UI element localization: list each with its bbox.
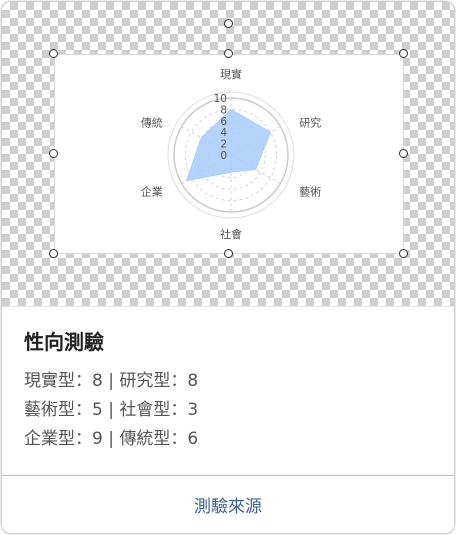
resize-handle-bottom-right[interactable]	[399, 249, 408, 258]
source-link[interactable]: 測驗來源	[194, 492, 262, 517]
data-point	[230, 108, 232, 110]
score-list: 現實型：8 | 研究型：8 藝術型：5 | 社會型：3 企業型：9 | 傳統型：…	[24, 367, 432, 454]
data-point	[200, 137, 202, 139]
category-label: 企業	[141, 185, 163, 199]
tick-label: 2	[220, 139, 227, 151]
image-canvas[interactable]: 0 2 4 6 8 10 現實研究藝術社會 企業 傳統	[2, 2, 454, 307]
score-line: 現實型：8 | 研究型：8	[24, 371, 199, 391]
resize-handle-bottom-left[interactable]	[49, 249, 58, 258]
category-label: 社會	[220, 227, 242, 241]
card-info: 性向測驗 現實型：8 | 研究型：8 藝術型：5 | 社會型：3 企業型：9 |…	[2, 307, 454, 475]
resize-handle-top-right[interactable]	[399, 49, 408, 58]
data-point	[230, 171, 232, 173]
category-label: 藝術	[299, 186, 321, 199]
data-point	[186, 180, 188, 182]
radar-chart: 0246810 現實研究藝術社會 企業 傳統	[141, 67, 322, 241]
data-point	[269, 131, 271, 133]
chart-frame[interactable]: 0 2 4 6 8 10 現實研究藝術社會 企業 傳統	[54, 54, 404, 254]
card-footer: 測驗來源	[2, 476, 454, 533]
resize-handle-top[interactable]	[224, 49, 233, 58]
category-label: 現實	[220, 67, 242, 81]
tick-label: 10	[214, 93, 227, 105]
tick-label: 0	[220, 150, 227, 162]
aptitude-card: 0 2 4 6 8 10 現實研究藝術社會 企業 傳統 性向測驗 現實型：8 | 研究型：8 藝…	[1, 1, 455, 534]
resize-handle-right[interactable]	[399, 149, 408, 158]
category-label: 傳統	[141, 116, 163, 130]
rotate-handle[interactable]	[224, 19, 233, 28]
score-line: 企業型：9 | 傳統型：6	[24, 429, 199, 449]
data-point	[255, 168, 257, 170]
resize-handle-left[interactable]	[49, 149, 58, 158]
data-area	[185, 108, 272, 182]
tick-label: 6	[220, 116, 227, 128]
category-label: 研究	[299, 116, 321, 130]
resize-handle-top-left[interactable]	[49, 49, 58, 58]
score-line: 藝術型：5 | 社會型：3	[24, 400, 199, 420]
tick-label: 8	[220, 104, 227, 116]
tick-label: 4	[220, 127, 227, 139]
resize-handle-bottom[interactable]	[224, 249, 233, 258]
card-title: 性向測驗	[24, 330, 104, 354]
